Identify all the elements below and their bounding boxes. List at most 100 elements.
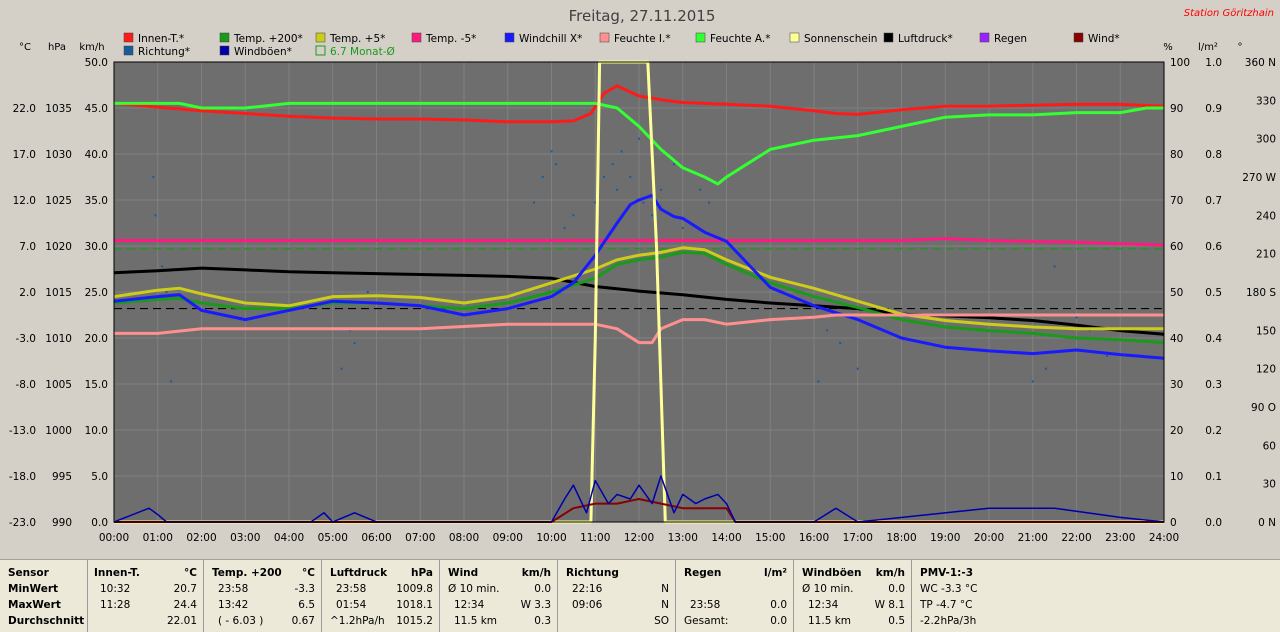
direction-point <box>152 176 155 178</box>
direction-point <box>165 291 168 293</box>
y-tick-rain-1-0: 1.0 <box>1205 57 1222 69</box>
stats-richtung-max-time: 09:06 <box>572 599 603 611</box>
y-tick-temperature-13-0: -13.0 <box>9 425 36 437</box>
stats-temp200-unit: °C <box>302 567 315 579</box>
stats-luftdruck-trend: ^1.2hPa/h <box>330 615 385 627</box>
legend-label-temp-5: Temp. +5* <box>329 33 385 45</box>
y-tick-speed-10-0: 10.0 <box>85 425 108 437</box>
y-tick-speed-25-0: 25.0 <box>85 287 108 299</box>
direction-point <box>353 342 356 345</box>
direction-point <box>708 201 710 204</box>
y-tick-humidity-90: 90 <box>1170 103 1183 115</box>
direction-point <box>659 188 662 191</box>
y-tick-pressure-995: 995 <box>52 471 72 483</box>
legend-swatch-feuchte-i <box>599 32 610 43</box>
stats-col-sensor: Sensor MinWert MaxWert Durchschnitt <box>0 560 88 632</box>
stats-col-windboeen: Windböen km/h Ø 10 min. 0.0 12:34 W 8.1 … <box>794 560 912 632</box>
stats-windboeen-min-label: Ø 10 min. <box>802 583 854 595</box>
legend-swatch-windchill-x <box>504 32 515 43</box>
stats-row-avg: Durchschnitt <box>8 615 85 627</box>
direction-point <box>340 367 343 370</box>
stats-wind-header: Wind <box>448 567 479 579</box>
y-tick-direction-60: 60 <box>1263 440 1276 452</box>
y-tick-direction-150: 150 <box>1256 325 1276 337</box>
y-tick-pressure-1035: 1035 <box>45 103 72 115</box>
stats-temp200-avg-value: 0.67 <box>291 615 315 627</box>
stats-innen-max-time: 11:28 <box>100 599 131 611</box>
direction-point <box>533 201 535 204</box>
y-tick-rain-0-9: 0.9 <box>1205 103 1222 115</box>
legend-swatch-temp-200 <box>219 32 230 43</box>
y-tick-speed-15-0: 15.0 <box>85 379 108 391</box>
stats-innen-min-time: 10:32 <box>100 583 131 595</box>
y-tick-temperature-23-0: -23.0 <box>9 517 36 529</box>
stats-windboeen-max-time: 12:34 <box>808 599 839 611</box>
stats-richtung-max-value: N <box>661 599 669 611</box>
direction-point <box>161 265 164 268</box>
y-tick-direction-330: 330 <box>1256 95 1276 107</box>
direction-point <box>1044 367 1047 370</box>
y-tick-humidity-100: 100 <box>1170 57 1190 69</box>
y-tick-pressure-1025: 1025 <box>45 195 72 207</box>
stats-col-innen: Innen-T. °C 10:32 20.7 11:28 24.4 22.01 <box>88 560 204 632</box>
stats-innen-max-value: 24.4 <box>173 599 197 611</box>
x-tick-16-00: 16:00 <box>799 532 829 544</box>
y-tick-humidity-0: 0 <box>1170 517 1177 529</box>
direction-point <box>154 214 157 217</box>
y-tick-temperature-12-0: 12.0 <box>13 195 36 207</box>
stats-header-sensor: Sensor <box>8 567 49 579</box>
stats-wind-max-value: W 3.3 <box>520 599 551 611</box>
stats-wind-distance: 11.5 km <box>454 615 498 627</box>
y-tick-humidity-20: 20 <box>1170 425 1183 437</box>
y-tick-pressure-1020: 1020 <box>45 241 72 253</box>
direction-point <box>1106 354 1109 357</box>
stats-richtung-header: Richtung <box>566 567 619 579</box>
legend-label-windb-en: Windböen* <box>234 46 292 58</box>
direction-point <box>1031 380 1034 383</box>
unit-hpa: hPa <box>48 42 66 53</box>
y-tick-rain-0-0: 0.0 <box>1205 517 1222 529</box>
x-tick-09-00: 09:00 <box>493 532 523 544</box>
x-tick-22-00: 22:00 <box>1061 532 1091 544</box>
stats-col-temp200: Temp. +200 °C 23:58 -3.3 13:42 6.5 ( - 6… <box>204 560 322 632</box>
y-tick-speed-0-0: 0.0 <box>91 517 108 529</box>
stats-col-richtung: Richtung 22:16 N 09:06 N SO <box>558 560 676 632</box>
legend-swatch-wind <box>1073 32 1084 43</box>
x-tick-19-00: 19:00 <box>930 532 960 544</box>
stats-pmv-header: PMV-1:-3 <box>920 567 974 579</box>
x-tick-18-00: 18:00 <box>886 532 916 544</box>
unit-kmh: km/h <box>79 42 104 53</box>
direction-point <box>817 380 820 383</box>
y-tick-humidity-80: 80 <box>1170 149 1183 161</box>
direction-point <box>169 380 172 383</box>
legend-swatch-luftdruck <box>883 32 894 43</box>
weather-chart-window: Freitag, 27.11.2015 Station Göritzhain I… <box>0 0 1280 632</box>
direction-point <box>1053 265 1056 268</box>
stats-luftdruck-unit: hPa <box>411 567 433 579</box>
legend-label-temp-5: Temp. -5* <box>425 33 476 45</box>
y-tick-direction-0-n: 0 N <box>1258 517 1276 529</box>
stats-luftdruck-min-value: 1009.8 <box>396 583 433 595</box>
y-tick-direction-270-w: 270 W <box>1242 172 1276 184</box>
y-tick-rain-0-3: 0.3 <box>1205 379 1222 391</box>
direction-point <box>839 342 842 345</box>
x-tick-23-00: 23:00 <box>1105 532 1135 544</box>
stats-luftdruck-max-value: 1018.1 <box>396 599 433 611</box>
x-tick-20-00: 20:00 <box>974 532 1004 544</box>
legend-label-feuchte-a: Feuchte A.* <box>710 33 771 45</box>
y-tick-pressure-1010: 1010 <box>45 333 72 345</box>
direction-point <box>550 150 553 153</box>
legend-swatch-windb-en <box>219 45 230 56</box>
legend-label-innen-t: Innen-T.* <box>138 33 184 45</box>
stats-windboeen-header: Windböen <box>802 567 862 579</box>
legend-swatch-richtung <box>123 45 134 56</box>
legend-label-richtung: Richtung* <box>138 46 190 58</box>
direction-point <box>629 176 632 178</box>
x-tick-21-00: 21:00 <box>1018 532 1048 544</box>
stats-innen-unit: °C <box>184 567 197 579</box>
stats-temp200-min-time: 23:58 <box>218 583 249 595</box>
legend-swatch-temp-5 <box>315 32 326 43</box>
y-tick-rain-0-5: 0.5 <box>1205 287 1222 299</box>
direction-point <box>611 163 614 166</box>
direction-point <box>554 163 557 166</box>
